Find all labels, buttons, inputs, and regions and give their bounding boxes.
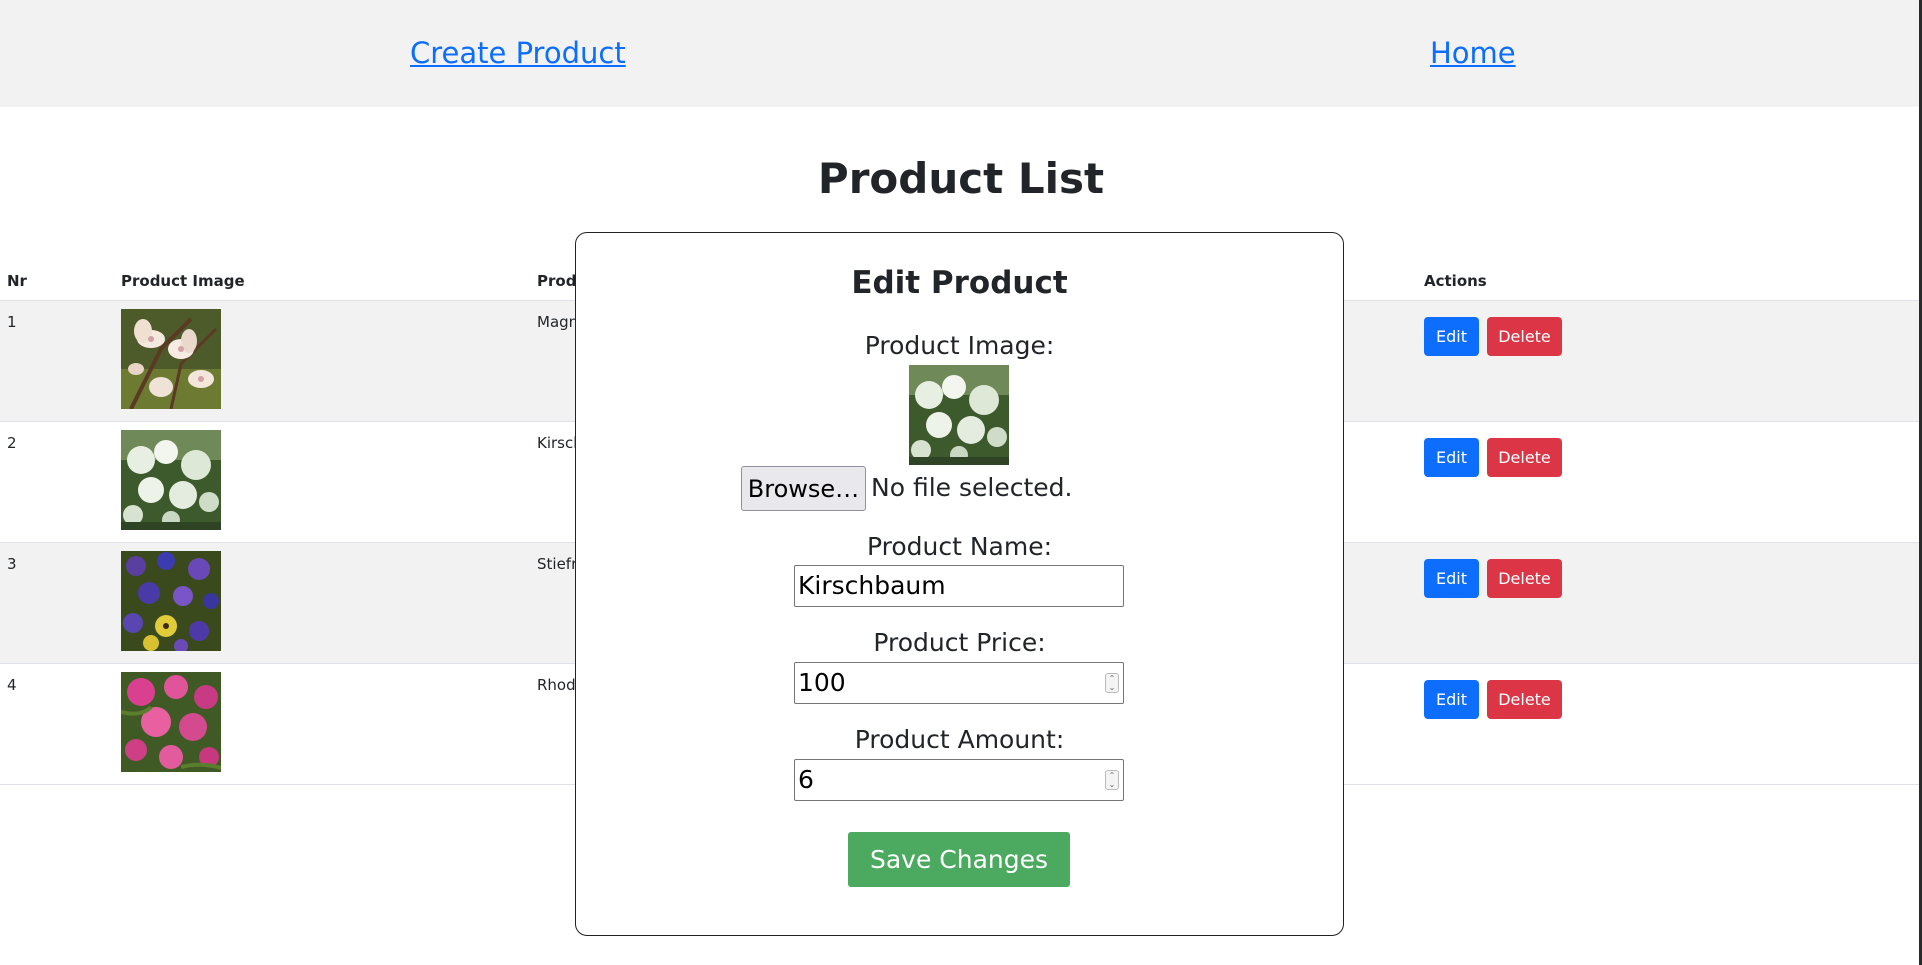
page-title: Product List: [817, 154, 1105, 203]
row-nr: 1: [0, 300, 114, 422]
home-link[interactable]: Home: [1430, 36, 1516, 70]
header-nr: Nr: [0, 263, 114, 301]
product-image-preview: [909, 365, 1009, 465]
edit-button[interactable]: Edit: [1424, 316, 1479, 356]
row-image-cell: [114, 663, 530, 785]
price-spinner-icon[interactable]: ⌃ ⌄: [1105, 673, 1119, 693]
product-name-label: Product Name:: [866, 532, 1053, 561]
product-price-label: Product Price:: [873, 628, 1046, 657]
delete-button[interactable]: Delete: [1487, 679, 1562, 719]
amount-spinner-icon[interactable]: ⌃ ⌄: [1105, 770, 1119, 790]
browse-button[interactable]: Browse…: [741, 466, 866, 511]
create-product-link[interactable]: Create Product: [410, 36, 626, 70]
row-nr: 4: [0, 663, 114, 785]
modal-title: Edit Product: [851, 265, 1068, 301]
amount-value: 6: [798, 765, 814, 794]
rhododendron-photo: [121, 672, 221, 772]
edit-product-modal: Edit Product Product Image: Browse… No f…: [575, 232, 1344, 936]
row-nr: 3: [0, 542, 114, 664]
delete-button[interactable]: Delete: [1487, 437, 1562, 477]
delete-button[interactable]: Delete: [1487, 558, 1562, 598]
edit-button[interactable]: Edit: [1424, 679, 1479, 719]
row-actions: Edit Delete: [1417, 300, 1922, 422]
top-nav: Create Product Home: [0, 0, 1922, 107]
header-actions: Actions: [1417, 263, 1922, 301]
product-amount-label: Product Amount:: [854, 725, 1065, 754]
row-nr: 2: [0, 421, 114, 543]
magnolia-photo: [121, 309, 221, 409]
product-amount-input[interactable]: 6 ⌃ ⌄: [794, 759, 1124, 801]
header-product-image: Product Image: [114, 263, 530, 301]
product-name-input[interactable]: Kirschbaum: [794, 565, 1124, 607]
row-actions: Edit Delete: [1417, 663, 1922, 785]
row-image-cell: [114, 421, 530, 543]
edit-button[interactable]: Edit: [1424, 437, 1479, 477]
cherry-blossom-photo: [121, 430, 221, 530]
product-image-label: Product Image:: [864, 331, 1055, 360]
save-changes-button[interactable]: Save Changes: [848, 832, 1070, 887]
product-price-input[interactable]: 100 ⌃ ⌄: [794, 662, 1124, 704]
pansy-photo: [121, 551, 221, 651]
file-status-text: No file selected.: [871, 473, 1073, 502]
edit-button[interactable]: Edit: [1424, 558, 1479, 598]
delete-button[interactable]: Delete: [1487, 316, 1562, 356]
price-value: 100: [798, 668, 846, 697]
row-actions: Edit Delete: [1417, 542, 1922, 664]
row-image-cell: [114, 542, 530, 664]
row-image-cell: [114, 300, 530, 422]
row-actions: Edit Delete: [1417, 421, 1922, 543]
